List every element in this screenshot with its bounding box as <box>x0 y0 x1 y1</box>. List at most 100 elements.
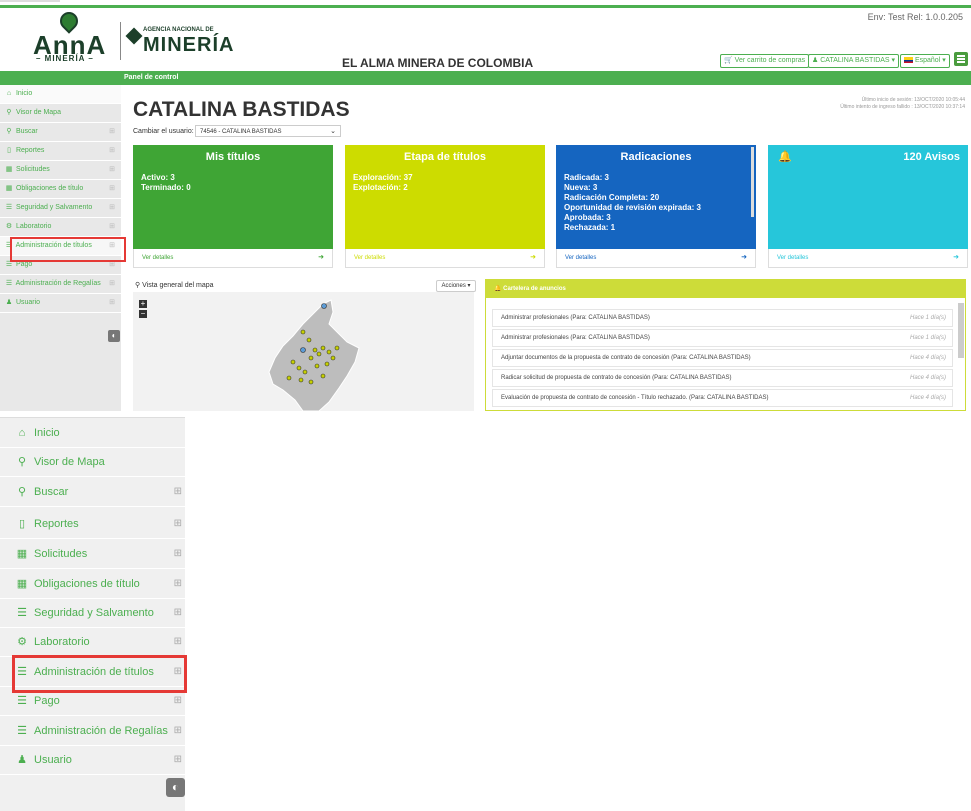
expand-icon[interactable]: ⊞ <box>174 478 182 506</box>
announcements-header: 🔔 Cartelera de anuncios <box>486 280 965 298</box>
sidebar-item-label: Reportes <box>15 147 45 154</box>
card-line: Radicada: 3 <box>564 173 609 182</box>
map-actions-button[interactable]: Acciones ▾ <box>436 280 476 292</box>
card-scrollbar[interactable] <box>751 147 754 217</box>
expand-icon[interactable]: ⊞ <box>109 142 115 160</box>
grid-icon: ▦ <box>16 548 28 560</box>
announcements-scrollbar[interactable] <box>958 303 964 358</box>
card-footer-link[interactable]: Ver detalles ➜ <box>133 249 333 268</box>
card-footer-label: Ver detalles <box>565 255 597 261</box>
colombia-flag-icon <box>904 57 913 64</box>
sidebar-item-label: Administración de Regalías <box>34 725 168 737</box>
card-footer-link[interactable]: Ver detalles ➜ <box>345 249 545 268</box>
chevron-down-icon: ⌄ <box>330 128 336 135</box>
hamburger-menu-button[interactable] <box>954 52 968 66</box>
sidebar-item-regalias[interactable]: ☰ Administración de Regalías ⊞ <box>0 275 121 294</box>
language-button[interactable]: Español ▾ <box>900 54 950 68</box>
arrow-right-icon: ➜ <box>318 254 324 261</box>
sidebar-item-buscar[interactable]: ⚲ Buscar ⊞ <box>0 123 121 142</box>
user-select[interactable]: 74546 - CATALINA BASTIDAS ⌄ <box>195 125 341 137</box>
card-footer-label: Ver detalles <box>142 255 174 261</box>
announcement-item[interactable]: Administrar profesionales (Para: CATALIN… <box>492 309 953 327</box>
sidebar-item-regalias[interactable]: ☰ Administración de Regalías ⊞ <box>0 717 185 746</box>
sidebar-item-label: Laboratorio <box>15 223 52 230</box>
expand-icon[interactable]: ⊞ <box>109 199 115 217</box>
arrow-right-icon: ➜ <box>530 254 536 261</box>
top-accent-line <box>0 5 971 8</box>
sidebar-item-label: Obligaciones de título <box>34 578 140 590</box>
sidebar-item-laboratorio[interactable]: ⚙ Laboratorio ⊞ <box>0 628 185 657</box>
expand-icon[interactable]: ⊞ <box>174 628 182 656</box>
announcement-time: Hace 1 día(s) <box>909 315 946 321</box>
collapse-sidebar-button[interactable]: ◐ <box>108 330 120 342</box>
sidebar-item-obligaciones[interactable]: ▦ Obligaciones de título ⊞ <box>0 570 185 599</box>
card-line: Activo: 3 <box>141 173 175 182</box>
map-marker-icon: ⚲ <box>17 456 27 468</box>
sidebar-item-inicio[interactable]: ⌂ Inicio <box>0 85 121 104</box>
sidebar-item-label: Solicitudes <box>34 548 88 560</box>
sidebar-item-label: Pago <box>15 261 33 268</box>
sidebar-item-label: Reportes <box>34 518 79 530</box>
expand-icon[interactable]: ⊞ <box>109 180 115 198</box>
expand-icon[interactable]: ⊞ <box>174 746 182 774</box>
announcement-text: Administrar profesionales (Para: CATALIN… <box>501 315 650 321</box>
sidebar-item-label: Buscar <box>15 128 38 135</box>
expand-icon[interactable]: ⊞ <box>109 294 115 312</box>
agency-diamond-icon <box>125 27 143 45</box>
expand-icon[interactable]: ⊞ <box>174 599 182 627</box>
sidebar-item-usuario[interactable]: ♟ Usuario ⊞ <box>0 746 185 775</box>
sidebar-item-buscar[interactable]: ⚲ Buscar ⊞ <box>0 478 185 507</box>
announcement-item[interactable]: Administrar profesionales (Para: CATALIN… <box>492 329 953 347</box>
sidebar-item-reportes[interactable]: ▯ Reportes ⊞ <box>0 142 121 161</box>
sidebar-item-label: Inicio <box>34 427 60 439</box>
cart-button-label: Ver carrito de compras <box>734 57 806 64</box>
announcement-item[interactable]: Radicar solicitud de propuesta de contra… <box>492 369 953 387</box>
announcement-item[interactable]: Adjuntar documentos de la propuesta de c… <box>492 349 953 367</box>
collapse-sidebar-button[interactable]: ◐ <box>166 778 185 797</box>
sidebar-item-seguridad[interactable]: ☰ Seguridad y Salvamento ⊞ <box>0 199 121 218</box>
map-marker-icon: ⚲ <box>6 109 12 116</box>
user-select-value: 74546 - CATALINA BASTIDAS <box>200 129 282 135</box>
card-avisos: 🔔 120 Avisos Ver detalles ➜ <box>768 145 968 268</box>
card-body: 🔔 120 Avisos <box>768 145 968 249</box>
sidebar-item-visor-de-mapa[interactable]: ⚲ Visor de Mapa <box>0 104 121 123</box>
card-footer-link[interactable]: Ver detalles ➜ <box>556 249 756 268</box>
expand-icon[interactable]: ⊞ <box>109 123 115 141</box>
expand-icon[interactable]: ⊞ <box>174 717 182 745</box>
sidebar-item-reportes[interactable]: ▯ Reportes ⊞ <box>0 510 185 539</box>
agency-name-big: MINERÍA <box>143 34 235 56</box>
zoom-in-button[interactable]: + <box>139 300 147 308</box>
sidebar-item-inicio[interactable]: ⌂ Inicio <box>0 419 185 448</box>
cart-button[interactable]: 🛒 Ver carrito de compras <box>720 54 810 68</box>
user-menu-button[interactable]: ♟ CATALINA BASTIDAS ▾ <box>808 54 900 68</box>
card-body: Radicaciones Radicada: 3 Nueva: 3 Radica… <box>556 145 756 249</box>
card-title: Mis títulos <box>205 151 261 163</box>
announcement-text: Adjuntar documentos de la propuesta de c… <box>501 355 751 361</box>
user-icon: ♟ <box>5 299 13 306</box>
card-mis-titulos: Mis títulos Activo: 3 Terminado: 0 Ver d… <box>133 145 333 268</box>
announcement-item[interactable]: Evaluación de propuesta de contrato de c… <box>492 389 953 407</box>
expand-icon[interactable]: ⊞ <box>109 161 115 179</box>
expand-icon[interactable]: ⊞ <box>109 218 115 236</box>
sidebar-item-obligaciones[interactable]: ▦ Obligaciones de título ⊞ <box>0 180 121 199</box>
sidebar-item-solicitudes[interactable]: ▦ Solicitudes ⊞ <box>0 540 185 569</box>
announcement-text: Administrar profesionales (Para: CATALIN… <box>501 335 650 341</box>
page-title: CATALINA BASTIDAS <box>133 98 350 121</box>
map-view[interactable] <box>133 292 474 412</box>
expand-icon[interactable]: ⊞ <box>174 570 182 598</box>
sidebar-item-usuario[interactable]: ♟ Usuario ⊞ <box>0 294 121 313</box>
expand-icon[interactable]: ⊞ <box>109 275 115 293</box>
sidebar-item-seguridad[interactable]: ☰ Seguridad y Salvamento ⊞ <box>0 599 185 628</box>
sidebar-item-laboratorio[interactable]: ⚙ Laboratorio ⊞ <box>0 218 121 237</box>
card-line: Aprobada: 3 <box>564 213 611 222</box>
expand-icon[interactable]: ⊞ <box>174 510 182 538</box>
card-footer-link[interactable]: Ver detalles ➜ <box>768 249 968 268</box>
sidebar-item-label: Visor de Mapa <box>15 109 61 116</box>
expand-icon[interactable]: ⊞ <box>174 540 182 568</box>
zoom-out-button[interactable]: − <box>139 310 147 318</box>
sidebar-item-visor-de-mapa[interactable]: ⚲ Visor de Mapa <box>0 448 185 477</box>
sidebar-item-label: Administración de Regalías <box>15 280 101 287</box>
sidebar-item-solicitudes[interactable]: ▦ Solicitudes ⊞ <box>0 161 121 180</box>
anna-logo-sub: – MINERÍA – <box>36 54 94 63</box>
language-label: Español ▾ <box>914 57 946 64</box>
